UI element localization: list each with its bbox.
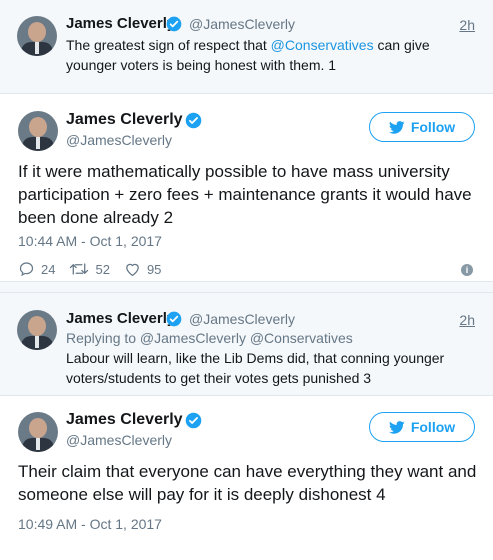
avatar[interactable]: [17, 16, 57, 56]
twitter-bird-icon: [388, 420, 405, 434]
avatar[interactable]: [17, 310, 57, 350]
tweet-text-part: The greatest sign of respect that: [66, 37, 271, 53]
avatar[interactable]: [18, 412, 58, 452]
author-name[interactable]: James Cleverly: [66, 15, 175, 32]
author-name[interactable]: James Cleverly: [66, 411, 183, 429]
reply-count: 24: [41, 261, 56, 277]
follow-label: Follow: [410, 119, 456, 135]
tweet-focused-2: James Cleverly @JamesCleverly Follow If …: [0, 94, 493, 282]
verified-badge-icon: [185, 112, 202, 129]
tweet-text: If it were mathematically possible to ha…: [18, 162, 472, 227]
tweet-compact-3[interactable]: James Cleverly @JamesCleverly 2h Replyin…: [0, 293, 493, 396]
tweet-text: Their claim that everyone can have every…: [18, 462, 477, 504]
mention-link[interactable]: @Conservatives: [271, 37, 374, 53]
author-handle[interactable]: @JamesCleverly: [189, 311, 295, 327]
reply-icon: [19, 262, 34, 277]
info-icon[interactable]: i: [461, 264, 473, 276]
like-action[interactable]: 95: [124, 261, 161, 277]
tweet-date[interactable]: 10:44 AM - Oct 1, 2017: [18, 233, 162, 249]
author-name[interactable]: James Cleverly: [66, 310, 175, 327]
like-icon: [126, 263, 139, 277]
verified-badge-icon: [185, 412, 202, 429]
replying-to[interactable]: Replying to @JamesCleverly @Conservative…: [66, 330, 353, 346]
verified-badge-icon: [166, 311, 182, 327]
tweet-text: The greatest sign of respect that @Conse…: [66, 35, 479, 75]
follow-button[interactable]: Follow: [369, 112, 475, 142]
author-handle[interactable]: @JamesCleverly: [66, 132, 172, 148]
retweet-action[interactable]: 52: [69, 261, 110, 277]
like-count: 95: [146, 261, 162, 277]
follow-button[interactable]: Follow: [369, 412, 475, 442]
twitter-bird-icon: [388, 120, 405, 134]
reply-action[interactable]: 24: [18, 261, 55, 277]
tweet-time[interactable]: 2h: [459, 17, 475, 33]
tweet-actions: 24 52 95: [18, 259, 175, 279]
author-name[interactable]: James Cleverly: [66, 111, 183, 129]
tweet-text: Labour will learn, like the Lib Dems did…: [66, 350, 445, 386]
tweet-focused-4: James Cleverly @JamesCleverly Follow The…: [0, 396, 493, 540]
separator: [0, 282, 493, 293]
retweet-icon: [70, 263, 89, 275]
retweet-count: 52: [95, 261, 110, 277]
avatar[interactable]: [18, 111, 58, 151]
author-handle[interactable]: @JamesCleverly: [189, 16, 295, 32]
tweet-compact-1[interactable]: James Cleverly @JamesCleverly 2h The gre…: [0, 0, 493, 94]
tweet-date[interactable]: 10:49 AM - Oct 1, 2017: [18, 516, 162, 532]
tweet-time[interactable]: 2h: [459, 312, 475, 328]
author-handle[interactable]: @JamesCleverly: [66, 432, 172, 448]
verified-badge-icon: [166, 16, 182, 32]
follow-label: Follow: [410, 419, 456, 435]
